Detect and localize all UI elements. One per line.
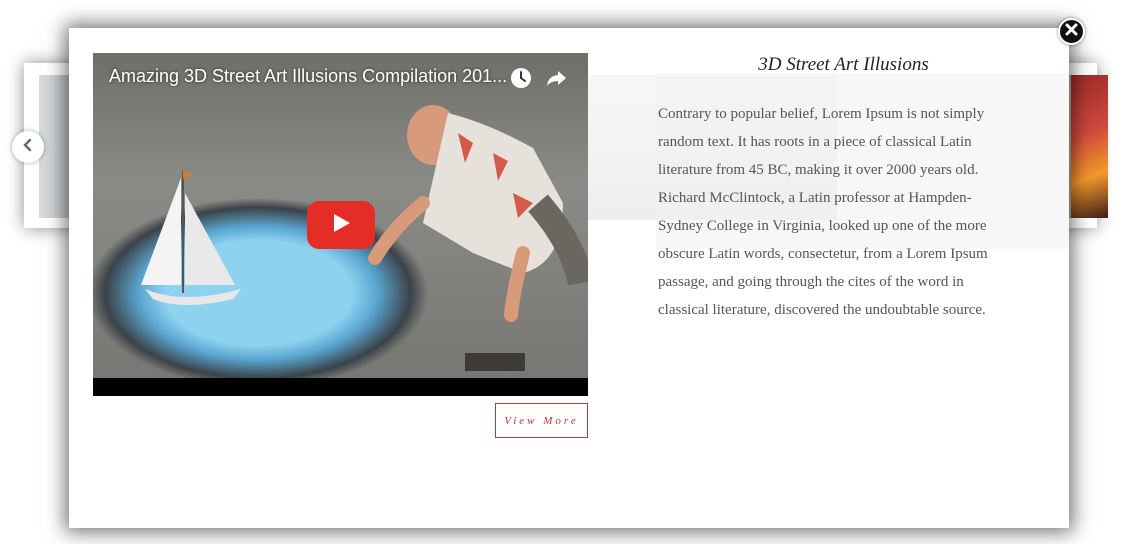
modal-dialog: Amazing 3D Street Art Illusions Compilat…: [69, 28, 1069, 528]
chevron-left-icon: [21, 138, 35, 157]
view-more-button[interactable]: View More: [495, 403, 588, 438]
play-button[interactable]: [307, 201, 375, 249]
clock-icon[interactable]: [510, 67, 532, 89]
post-body: Contrary to popular belief, Lorem Ipsum …: [658, 106, 988, 318]
play-icon: [330, 212, 352, 239]
close-button[interactable]: [1058, 18, 1085, 45]
video-letterbox: [93, 378, 588, 396]
video-title[interactable]: Amazing 3D Street Art Illusions Compilat…: [109, 66, 509, 87]
carousel-prev-button[interactable]: [12, 131, 44, 163]
carousel-slide[interactable]: [1071, 75, 1108, 218]
share-icon[interactable]: [545, 67, 567, 89]
video-player[interactable]: Amazing 3D Street Art Illusions Compilat…: [93, 53, 588, 396]
close-icon: [1065, 23, 1078, 41]
post-title: 3D Street Art Illusions: [758, 54, 929, 75]
